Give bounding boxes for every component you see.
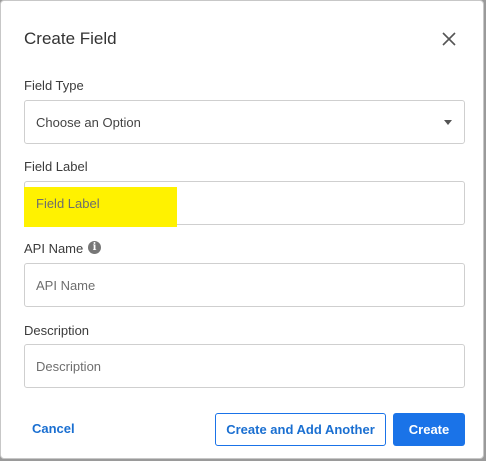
description-placeholder: Description: [36, 358, 102, 374]
api-name-input[interactable]: API Name: [24, 263, 465, 307]
close-icon: [442, 32, 456, 46]
field-type-label: Field Type: [24, 78, 84, 93]
close-button[interactable]: [438, 28, 460, 50]
dialog-title: Create Field: [24, 29, 117, 48]
create-button[interactable]: Create: [393, 413, 465, 446]
description-label: Description: [24, 323, 90, 338]
create-field-dialog: Create Field Field Type Choose an Option…: [0, 0, 484, 459]
chevron-down-icon: [444, 120, 452, 125]
field-label-label: Field Label: [24, 159, 88, 174]
api-name-placeholder: API Name: [36, 277, 96, 293]
field-type-selected-value: Choose an Option: [36, 114, 141, 130]
description-input[interactable]: Description: [24, 344, 465, 388]
cancel-button[interactable]: Cancel: [32, 421, 75, 437]
field-type-select[interactable]: Choose an Option: [24, 100, 465, 144]
api-name-label: API Name: [24, 241, 84, 256]
create-and-add-another-button[interactable]: Create and Add Another: [215, 413, 386, 446]
field-label-placeholder: Field Label: [36, 195, 100, 211]
info-icon[interactable]: i: [88, 241, 101, 254]
